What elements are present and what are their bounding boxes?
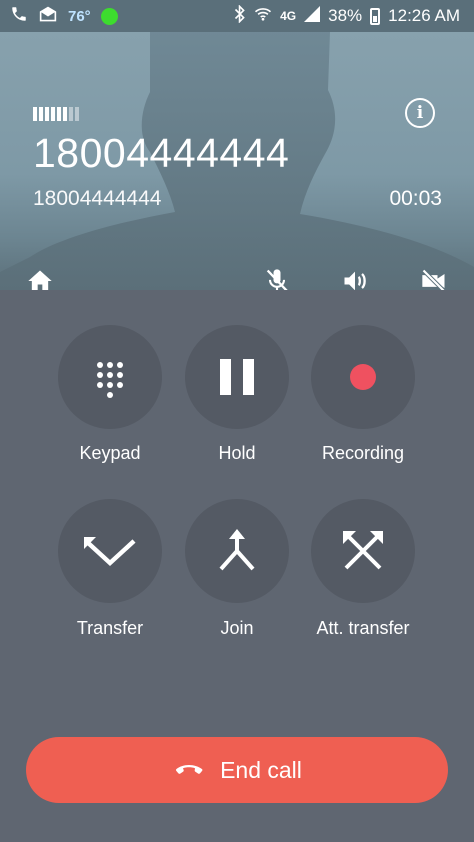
join-label: Join bbox=[220, 618, 254, 638]
record-icon bbox=[350, 364, 376, 390]
join-icon bbox=[219, 529, 255, 571]
speaker-icon[interactable] bbox=[341, 267, 369, 290]
hold-button[interactable] bbox=[185, 325, 289, 429]
transfer-button[interactable] bbox=[58, 499, 162, 603]
recording-button[interactable] bbox=[311, 325, 415, 429]
caller-sub-number: 18004444444 bbox=[33, 187, 162, 210]
wifi-icon bbox=[254, 6, 272, 27]
recording-label: Recording bbox=[321, 443, 405, 463]
call-quality-meter bbox=[33, 107, 79, 121]
signal-icon bbox=[304, 5, 321, 27]
hold-label: Hold bbox=[218, 443, 256, 463]
call-header: i 18004444444 18004444444 00:03 bbox=[0, 32, 474, 290]
end-call-label: End call bbox=[220, 756, 302, 783]
caller-number: 18004444444 bbox=[33, 130, 290, 176]
video-off-icon[interactable] bbox=[420, 267, 448, 290]
mute-mic-icon[interactable] bbox=[263, 267, 291, 290]
keypad-icon bbox=[97, 362, 123, 398]
pause-icon bbox=[220, 359, 254, 395]
temperature-text: 76° bbox=[68, 7, 91, 25]
home-icon[interactable] bbox=[26, 267, 54, 290]
status-bar: 76° 4G 38% 12:26 AM bbox=[0, 0, 474, 32]
call-timer: 00:03 bbox=[389, 187, 442, 210]
battery-percent: 38% bbox=[328, 6, 363, 25]
clock: 12:26 AM bbox=[388, 6, 460, 25]
bluetooth-icon bbox=[234, 3, 246, 28]
transfer-icon bbox=[84, 537, 136, 567]
info-icon[interactable]: i bbox=[405, 98, 435, 128]
keypad-label: Keypad bbox=[79, 443, 141, 463]
attended-transfer-label: Att. transfer bbox=[316, 618, 410, 638]
mail-icon bbox=[38, 5, 58, 28]
join-button[interactable] bbox=[185, 499, 289, 603]
network-type-text: 4G bbox=[280, 9, 297, 23]
weather-status-icon bbox=[100, 7, 118, 25]
transfer-label: Transfer bbox=[76, 618, 144, 638]
attended-transfer-icon bbox=[343, 531, 383, 570]
end-call-button[interactable]: End call bbox=[26, 737, 448, 803]
battery-icon bbox=[370, 7, 381, 25]
attended-transfer-button[interactable] bbox=[311, 499, 415, 603]
keypad-button[interactable] bbox=[58, 325, 162, 429]
phone-icon bbox=[10, 5, 28, 28]
hang-up-icon bbox=[176, 765, 203, 774]
